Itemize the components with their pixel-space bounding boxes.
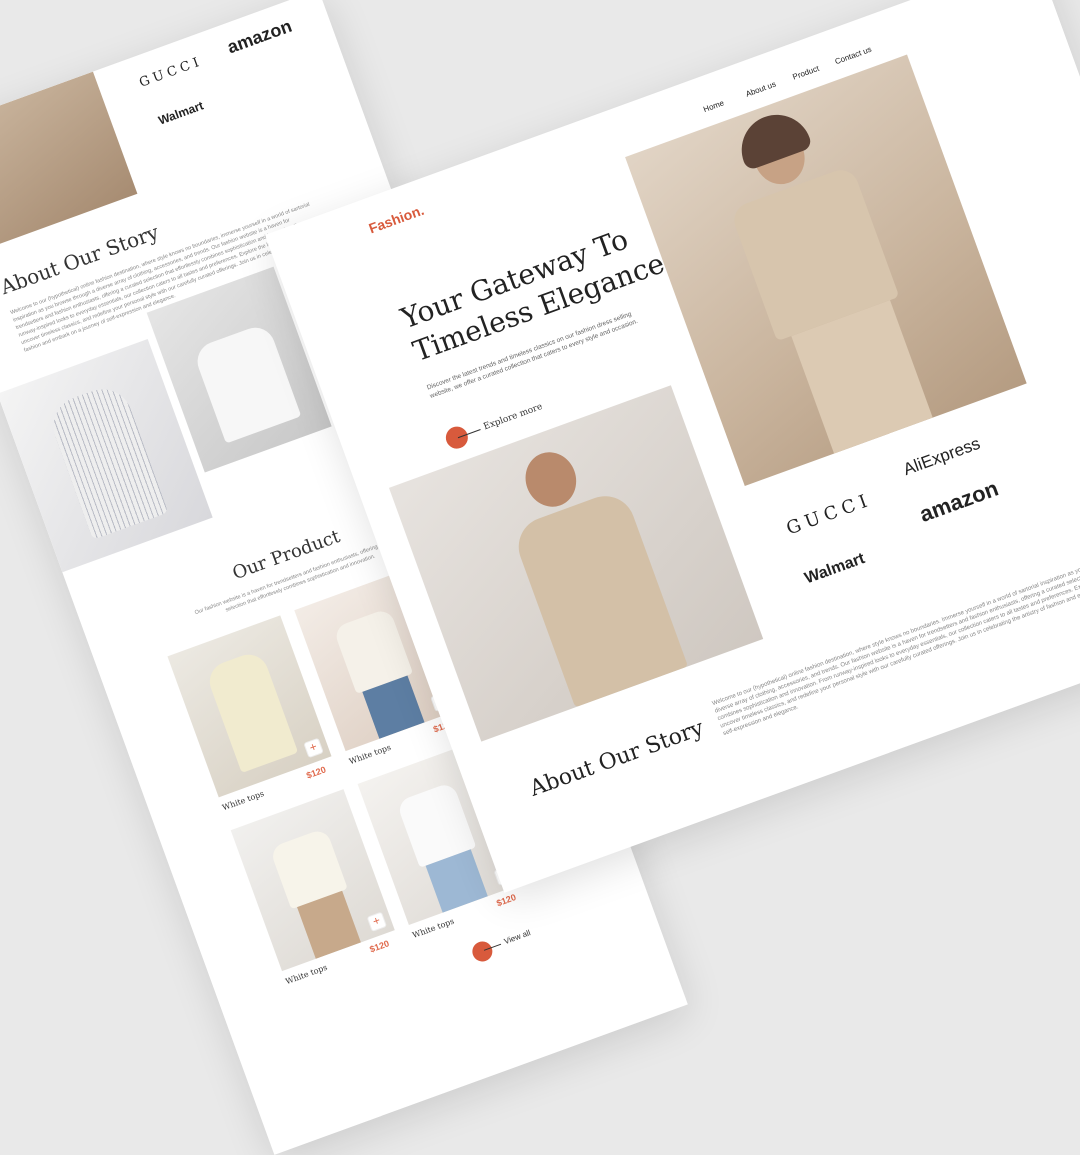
hero-model-photo	[625, 54, 1027, 487]
gucci-logo: GUCCI	[783, 489, 875, 540]
nav-product[interactable]: Product	[791, 64, 820, 82]
product-price: $120	[495, 892, 518, 909]
about-text: Welcome to our (hypothetical) online fas…	[711, 550, 1080, 738]
amazon-logo: amazon	[916, 475, 1002, 527]
nav-contact-us[interactable]: Contact us	[834, 45, 873, 67]
nav-about-us[interactable]: About us	[744, 80, 777, 99]
back-walmart-logo: Walmart	[156, 98, 206, 128]
about-title: About Our Story	[526, 715, 708, 802]
nav-home[interactable]: Home	[702, 98, 725, 114]
explore-circle-icon	[442, 423, 471, 452]
explore-more-label: Explore more	[482, 401, 544, 433]
back-amazon-logo: amazon	[224, 15, 295, 58]
add-to-cart-button[interactable]: +	[366, 911, 388, 933]
back-gucci-logo: GUCCI	[137, 54, 205, 91]
product-price: $120	[368, 938, 391, 955]
aliexpress-logo: AliExpress	[900, 433, 983, 480]
product-price: $120	[305, 764, 328, 781]
walmart-logo: Walmart	[802, 550, 868, 588]
view-all-circle-icon	[469, 938, 496, 965]
add-to-cart-button[interactable]: +	[303, 737, 324, 759]
view-all-label: View all	[502, 928, 532, 947]
brand-logo[interactable]: Fashion.	[366, 202, 426, 237]
view-all-button[interactable]: View all	[469, 915, 561, 965]
